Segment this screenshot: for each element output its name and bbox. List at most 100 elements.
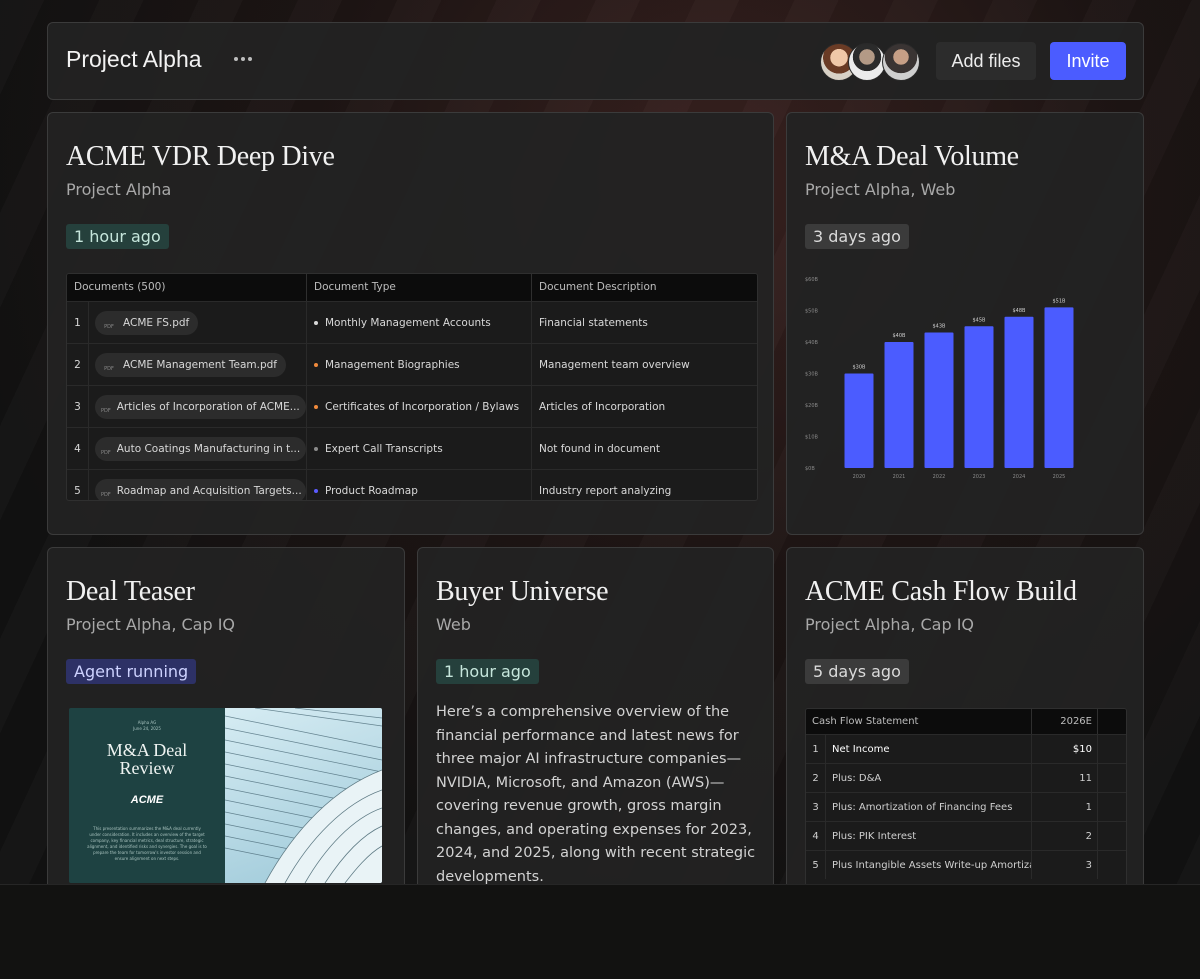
row-number: 4 — [806, 822, 826, 850]
pdf-file-icon: PDF — [101, 407, 111, 414]
card-vdr-deep-dive[interactable]: ACME VDR Deep Dive Project Alpha 1 hour … — [47, 112, 774, 535]
document-type: Monthly Management Accounts — [325, 316, 491, 329]
column-header-year[interactable]: 2026E — [1032, 709, 1098, 734]
table-row[interactable]: 5 Plus Intangible Assets Write-up Amortiz… — [806, 850, 1126, 879]
pdf-file-icon: PDF — [104, 323, 114, 330]
file-name: Auto Coatings Manufacturing in t... — [116, 442, 301, 455]
pdf-file-icon: PDF — [104, 365, 114, 372]
type-dot-icon — [314, 488, 318, 493]
table-row[interactable]: 5 PDF Roadmap and Acquisition Targets... Pr… — [67, 469, 757, 500]
file-chip[interactable]: PDF Auto Coatings Manufacturing in t... — [95, 436, 306, 461]
file-name: Articles of Incorporation of ACME... — [116, 400, 300, 413]
table-header: Documents (500) Document Type Document D… — [67, 274, 757, 301]
x-tick-label: 2023 — [973, 474, 986, 480]
document-type: Management Biographies — [325, 358, 460, 371]
chart-bar[interactable] — [964, 326, 994, 468]
line-item-label: Plus: D&A — [826, 764, 1032, 792]
table-row[interactable]: 4 Plus: PIK Interest 2 — [806, 821, 1126, 850]
documents-table: Documents (500) Document Type Document D… — [66, 273, 758, 501]
bar-data-label: $48B — [1013, 308, 1027, 314]
table-row[interactable]: 1 PDF ACME FS.pdf Monthly Management Accoun… — [67, 301, 757, 343]
more-options-icon[interactable] — [234, 57, 252, 61]
teaser-architecture-image — [225, 708, 382, 883]
deal-volume-chart: $0B $10B $20B $30B $40B $50B $60B $30B 2020 $40B 2… — [805, 277, 1074, 480]
card-subtitle: Web — [436, 615, 471, 634]
row-number: 1 — [806, 735, 826, 763]
y-tick-label: $30B — [805, 372, 819, 378]
line-item-label: Plus: PIK Interest — [826, 822, 1032, 850]
teaser-meta-company: Alpha AG — [137, 720, 157, 725]
add-files-button[interactable]: Add files — [936, 42, 1036, 80]
line-item-label: Plus: Amortization of Financing Fees — [826, 793, 1032, 821]
column-header-documents[interactable]: Documents (500) — [67, 274, 307, 301]
file-cell: PDF ACME Management Team.pdf — [89, 344, 307, 385]
y-tick-label: $40B — [805, 340, 819, 346]
line-item-value: 2 — [1032, 822, 1098, 850]
card-title: Buyer Universe — [436, 576, 609, 607]
teaser-cover: Alpha AG June 24, 2025 M&A Deal Review A… — [69, 708, 225, 883]
line-item-value: $10 — [1032, 735, 1098, 763]
table-row[interactable]: 3 PDF Articles of Incorporation of ACME...… — [67, 385, 757, 427]
x-tick-label: 2022 — [933, 474, 946, 480]
card-deal-volume[interactable]: M&A Deal Volume Project Alpha, Web 3 day… — [786, 112, 1144, 535]
bottom-bar — [0, 884, 1200, 979]
invite-button[interactable]: Invite — [1050, 42, 1126, 80]
line-item-label: Plus Intangible Assets Write-up Amortiza… — [826, 851, 1032, 879]
file-chip[interactable]: PDF ACME FS.pdf — [95, 310, 199, 335]
line-item-value: 3 — [1032, 851, 1098, 879]
type-dot-icon — [314, 362, 318, 367]
line-item-label: Net Income — [826, 735, 1032, 763]
chart-bar[interactable] — [924, 332, 954, 468]
card-cash-flow-build[interactable]: ACME Cash Flow Build Project Alpha, Cap … — [786, 547, 1144, 892]
document-type: Expert Call Transcripts — [325, 442, 443, 455]
x-tick-label: 2021 — [893, 474, 906, 480]
document-description: Management team overview — [539, 358, 690, 371]
card-subtitle: Project Alpha, Cap IQ — [805, 615, 975, 634]
avatar[interactable] — [882, 43, 920, 81]
status-badge: Agent running — [66, 659, 197, 684]
document-type-cell: Certificates of Incorporation / Bylaws — [307, 386, 532, 427]
column-header-cash-flow-statement[interactable]: Cash Flow Statement — [806, 709, 1032, 734]
document-description: Not found in document — [539, 442, 661, 455]
card-subtitle: Project Alpha, Web — [805, 180, 956, 199]
chart-bar[interactable] — [884, 342, 914, 468]
y-tick-label: $20B — [805, 403, 819, 409]
row-number: 3 — [806, 793, 826, 821]
file-chip[interactable]: PDF Roadmap and Acquisition Targets... — [95, 478, 306, 500]
chart-bar[interactable] — [844, 373, 874, 469]
table-row[interactable]: 1 Net Income $10 — [806, 734, 1126, 763]
x-tick-label: 2020 — [853, 474, 866, 480]
type-dot-icon — [314, 404, 318, 409]
file-chip[interactable]: PDF Articles of Incorporation of ACME... — [95, 394, 306, 419]
card-title: M&A Deal Volume — [805, 141, 1019, 172]
row-number: 4 — [67, 428, 89, 469]
timestamp-badge: 1 hour ago — [436, 659, 539, 684]
column-header-document-type[interactable]: Document Type — [307, 274, 532, 301]
chart-bar[interactable] — [1004, 316, 1034, 468]
bar-data-label: $45B — [973, 317, 987, 323]
document-type-cell: Product Roadmap — [307, 470, 532, 500]
avatar[interactable] — [848, 43, 886, 81]
file-cell: PDF ACME FS.pdf — [89, 302, 307, 343]
column-header-document-description[interactable]: Document Description — [532, 274, 756, 301]
card-title: ACME Cash Flow Build — [805, 576, 1077, 607]
row-number: 5 — [806, 851, 826, 879]
table-row[interactable]: 4 PDF Auto Coatings Manufacturing in t... E… — [67, 427, 757, 469]
table-row[interactable]: 3 Plus: Amortization of Financing Fees 1 — [806, 792, 1126, 821]
card-deal-teaser[interactable]: Deal Teaser Project Alpha, Cap IQ Agent … — [47, 547, 405, 892]
y-tick-label: $50B — [805, 309, 819, 315]
bar-data-label: $30B — [853, 365, 867, 371]
document-type: Certificates of Incorporation / Bylaws — [325, 400, 520, 413]
bar-data-label: $43B — [933, 324, 947, 330]
document-description: Industry report analyzing — [539, 484, 672, 497]
line-item-value: 11 — [1032, 764, 1098, 792]
file-chip[interactable]: PDF ACME Management Team.pdf — [95, 352, 286, 377]
teaser-preview[interactable]: Alpha AG June 24, 2025 M&A Deal Review A… — [69, 708, 382, 883]
document-type-cell: Expert Call Transcripts — [307, 428, 532, 469]
chart-bar[interactable] — [1044, 307, 1074, 468]
line-item-value: 1 — [1032, 793, 1098, 821]
table-row[interactable]: 2 PDF ACME Management Team.pdf Management B… — [67, 343, 757, 385]
table-row[interactable]: 2 Plus: D&A 11 — [806, 763, 1126, 792]
card-buyer-universe[interactable]: Buyer Universe Web 1 hour ago Here’s a c… — [417, 547, 774, 892]
row-number: 5 — [67, 470, 89, 500]
